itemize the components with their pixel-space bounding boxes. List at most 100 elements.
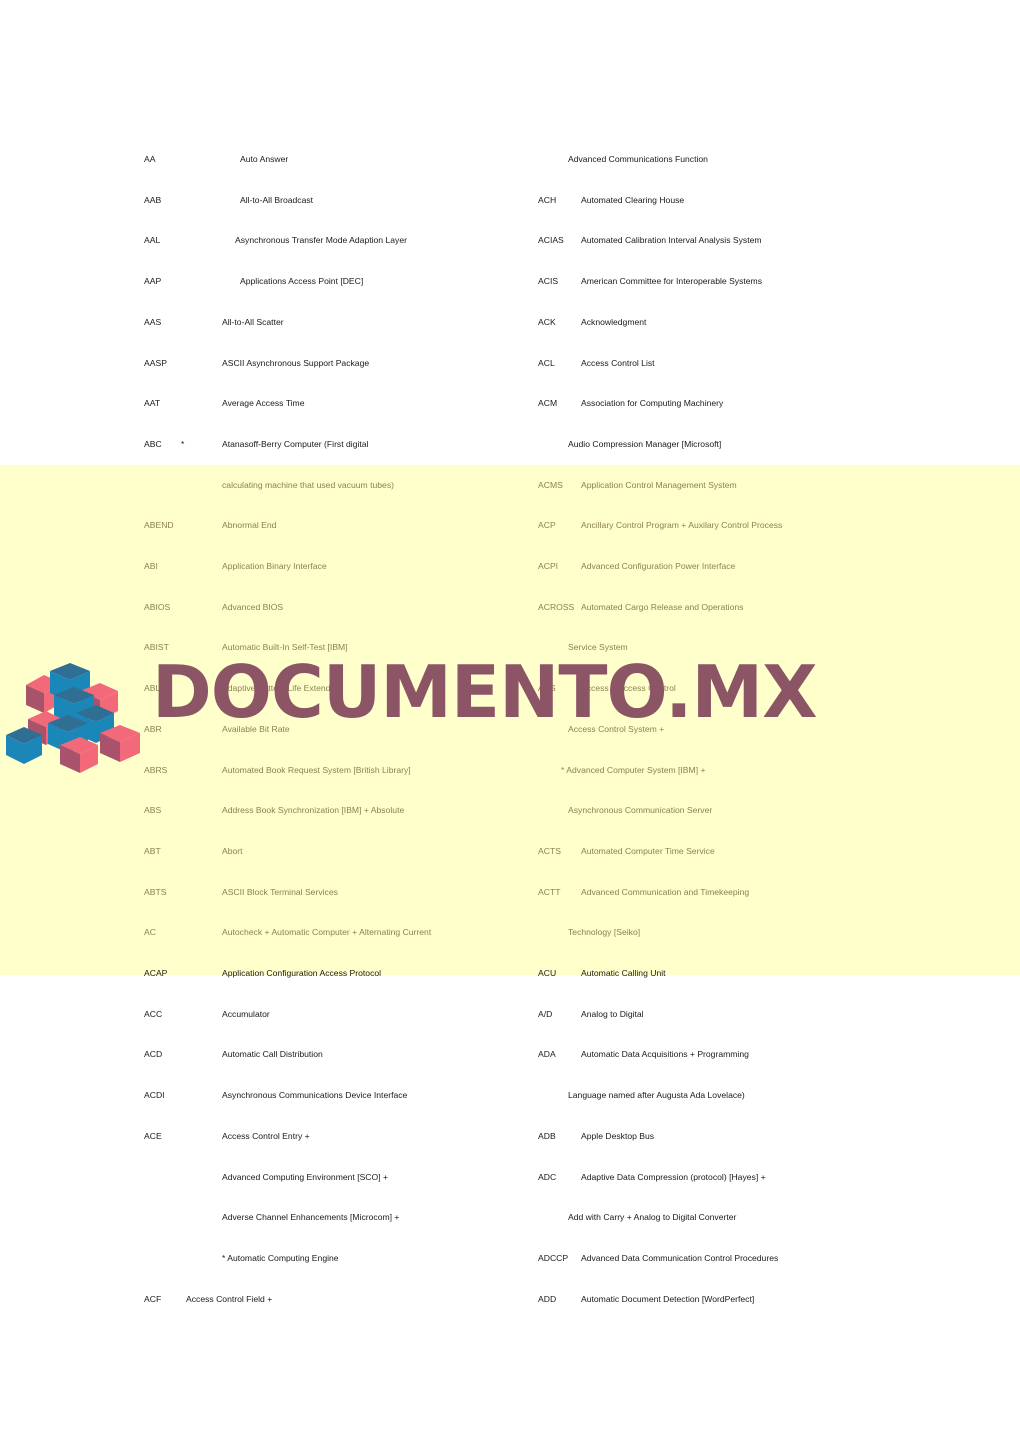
definition-left: Average Access Time — [222, 398, 305, 409]
glossary-row: calculating machine that used vacuum tub… — [0, 478, 1020, 492]
definition-left: ASCII Asynchronous Support Package — [222, 357, 370, 368]
definition-right: Access + Access Control — [581, 683, 676, 694]
glossary-row: AC Autocheck + Automatic Computer + Alter… — [0, 925, 1020, 939]
definition-left: Application Binary Interface — [222, 561, 327, 571]
definition-left: * Automatic Computing Engine — [222, 1252, 339, 1263]
acronym-right: ACM — [538, 398, 558, 409]
acronym-left: AAB — [144, 194, 162, 205]
glossary-row: ABS Address Book Synchronization [IBM] + … — [0, 803, 1020, 817]
glossary-row: ABLE Adaptive Battery Life Extender ACS Acc… — [0, 681, 1020, 695]
glossary-row: ABR Available Bit Rate Access Control Syst… — [0, 722, 1020, 736]
definition-left: Asynchronous Communications Device Inter… — [222, 1090, 408, 1101]
definition-left: Access Control Field + — [186, 1293, 273, 1304]
acronym-left: ABR — [144, 723, 162, 734]
acronym-right: ACIAS — [538, 235, 564, 246]
definition-left: Access Control Entry + — [222, 1130, 310, 1141]
definition-left: Asynchronous Transfer Mode Adaption Laye… — [235, 235, 407, 246]
acronym-left: AC — [144, 927, 156, 938]
definition-right: Application Control Management System — [581, 479, 737, 490]
definition-left: Adverse Channel Enhancements [Microcom] … — [222, 1212, 400, 1223]
definition-right: Apple Desktop Bus — [581, 1130, 655, 1141]
glossary-row: AAT Average Access Time ACM Association for… — [0, 396, 1020, 410]
acronym-left: AAT — [144, 398, 161, 409]
definition-left: Advanced Computing Environment [SCO] + — [222, 1171, 388, 1182]
acronym-left: ABTS — [144, 886, 167, 897]
definition-left: Automatic Built-In Self-Test [IBM] — [222, 642, 348, 653]
definition-right: Access Control List — [581, 357, 655, 368]
definition-left: Atanasoff-Berry Computer (First digital — [222, 438, 369, 449]
definition-right: Advanced Communication and Timekeeping — [581, 886, 750, 897]
glossary-row: AAL Asynchronous Transfer Mode Adaption L… — [0, 233, 1020, 247]
acronym-left: ACE — [144, 1130, 162, 1141]
definition-right: * Advanced Computer System [IBM] + — [561, 764, 706, 775]
glossary-rows-container: AA Auto Answer Advanced Communications Fun… — [0, 0, 1020, 1443]
definition-right: Automated Computer Time Service — [581, 845, 715, 856]
glossary-row: ACC Accumulator A/D Analog to Digital — [0, 1007, 1020, 1021]
acronym-right: ACMS — [538, 479, 563, 490]
definition-left: Available Bit Rate — [222, 723, 290, 734]
definition-left: Applications Access Point [DEC] — [240, 276, 364, 287]
acronym-left: ABC — [144, 438, 162, 449]
acronym-left: AAL — [144, 235, 161, 246]
definition-right: Automated Calibration Interval Analysis … — [581, 235, 762, 246]
definition-right: Audio Compression Manager [Microsoft] — [568, 438, 722, 449]
glossary-row: ABRS Automated Book Request System [Briti… — [0, 763, 1020, 777]
definition-left: ASCII Block Terminal Services — [222, 886, 338, 897]
acronym-right: ACIS — [538, 276, 559, 287]
acronym-left: ABI — [144, 561, 158, 571]
definition-right: Service System — [568, 642, 628, 653]
definition-right: Automatic Data Acquisitions + Programmin… — [581, 1049, 749, 1060]
acronym-right: ADD — [538, 1293, 557, 1304]
acronym-right: ACH — [538, 194, 557, 205]
acronym-left: ABEND — [144, 520, 174, 531]
definition-right: Automatic Document Detection [WordPerfec… — [581, 1293, 755, 1304]
star-marker-left: * — [181, 438, 185, 449]
acronym-right: ACPI — [538, 561, 559, 571]
acronym-left: ACC — [144, 1008, 163, 1019]
definition-right: Advanced Communications Function — [568, 154, 708, 164]
acronym-right: ACK — [538, 316, 556, 327]
glossary-row: ABEND Abnormal End ACP Ancillary Control Pr… — [0, 518, 1020, 532]
acronym-right: ADCCP — [538, 1252, 569, 1263]
glossary-row: Adverse Channel Enhancements [Microcom] … — [0, 1210, 1020, 1224]
glossary-row: ACDI Asynchronous Communications Device I… — [0, 1088, 1020, 1102]
definition-right: Association for Computing Machinery — [581, 398, 724, 409]
acronym-right: ACU — [538, 968, 557, 978]
definition-left: Accumulator — [222, 1008, 270, 1019]
definition-right: Language named after Augusta Ada Lovelac… — [568, 1090, 745, 1101]
glossary-row: ABC * Atanasoff-Berry Computer (First digi… — [0, 437, 1020, 451]
glossary-row: ACF Access Control Field + ADD Automatic Do… — [0, 1292, 1020, 1306]
glossary-row: ABIOS Advanced BIOS ACROSS Automated Cargo … — [0, 600, 1020, 614]
definition-right: Advanced Data Communication Control Proc… — [581, 1252, 779, 1263]
glossary-row: * Automatic Computing Engine ADCCP Advance… — [0, 1251, 1020, 1265]
definition-left: Automatic Call Distribution — [222, 1049, 323, 1060]
definition-left: Address Book Synchronization [IBM] + Abs… — [222, 805, 405, 816]
acronym-left: ABIST — [144, 642, 169, 653]
glossary-row: ACE Access Control Entry + ADB Apple Deskto… — [0, 1129, 1020, 1143]
acronym-left: ABT — [144, 845, 161, 856]
acronym-left: ABIOS — [144, 601, 171, 612]
acronym-left: ACF — [144, 1293, 162, 1304]
acronym-left: ACDI — [144, 1090, 165, 1101]
acronym-right: ACP — [538, 520, 556, 531]
definition-right: Access Control System + — [568, 723, 665, 734]
glossary-row: AAS All-to-All Scatter ACK Acknowledgment — [0, 315, 1020, 329]
definition-left: calculating machine that used vacuum tub… — [222, 479, 394, 490]
acronym-left: ABRS — [144, 764, 168, 775]
definition-left: Advanced BIOS — [222, 601, 284, 612]
glossary-row: ABIST Automatic Built-In Self-Test [IBM] S… — [0, 640, 1020, 654]
definition-left: Abnormal End — [222, 520, 277, 531]
acronym-left: AA — [144, 154, 156, 164]
definition-left: Autocheck + Automatic Computer + Alterna… — [222, 927, 432, 938]
definition-right: Technology [Seiko] — [568, 927, 641, 938]
acronym-right: A/D — [538, 1008, 553, 1019]
definition-right: Automatic Calling Unit — [581, 968, 666, 978]
glossary-row: AA Auto Answer Advanced Communications Fun… — [0, 152, 1020, 166]
glossary-row: ABT Abort ACTS Automated Computer Time Serv… — [0, 844, 1020, 858]
acronym-left: ACD — [144, 1049, 163, 1060]
acronym-left: ABLE — [144, 683, 166, 694]
glossary-row: ACAP Application Configuration Access Pro… — [0, 966, 1020, 980]
glossary-row: AASP ASCII Asynchronous Support Package AC… — [0, 356, 1020, 370]
definition-left: Application Configuration Access Protoco… — [222, 968, 382, 978]
acronym-left: AAP — [144, 276, 162, 287]
